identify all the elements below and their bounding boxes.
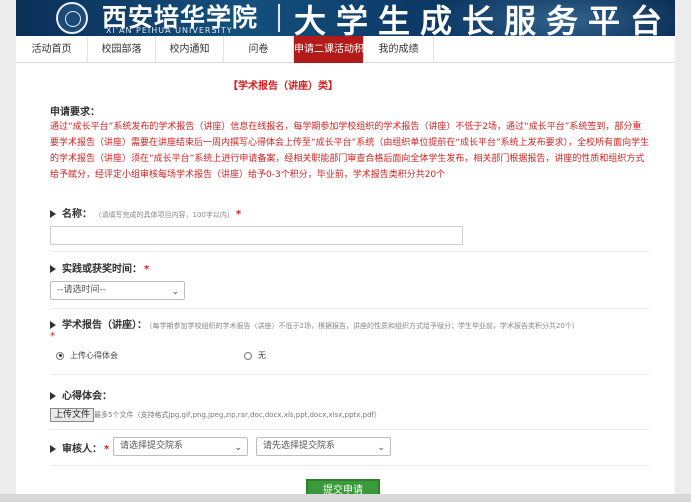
requirements-label: 申请要求： xyxy=(50,107,100,118)
radio-unchecked-icon xyxy=(244,351,252,360)
triangle-bullet-icon xyxy=(50,392,56,400)
form-title: 【学术报告（讲座）类】 xyxy=(228,81,338,92)
main-nav: 活动首页 校园部落 校内通知 问卷 申请二课活动积 我的成绩 xyxy=(16,36,675,63)
name-row-label: 名称： （请填写完成的具体项目内容，100字以内） * xyxy=(50,205,241,220)
upload-hint: 最多5个文件（支持格式jpg,gif,png,jpeg,zip,rar,doc,… xyxy=(94,411,382,419)
platform-title: 大学生成长服务平台 xyxy=(294,2,673,36)
nav-item-scores[interactable]: 我的成绩 xyxy=(364,36,434,63)
banner-divider xyxy=(278,4,280,32)
reviewer-label: 审核人： xyxy=(62,444,102,455)
reviewer-select-1-value: 请选择提交院系 xyxy=(120,441,184,451)
radio-label: 上传心得体会 xyxy=(70,351,118,360)
upload-file-button[interactable]: 上传文件 xyxy=(50,408,95,422)
name-input[interactable] xyxy=(50,226,463,245)
report-label: 学术报告（讲座）： xyxy=(62,320,147,331)
reviewer-row-label: 审核人： * xyxy=(50,440,109,455)
chevron-down-icon: ⌄ xyxy=(377,443,385,453)
nav-item-apply[interactable]: 申请二课活动积 xyxy=(294,36,364,63)
time-row-label: 实践或获奖时间： * xyxy=(50,260,149,275)
triangle-bullet-icon xyxy=(50,321,56,329)
requirements-text: 通过“成长平台”系统发布的学术报告（讲座）信息在线报名，每学期参加学校组织的学术… xyxy=(50,122,650,180)
chevron-down-icon: ⌄ xyxy=(171,287,179,297)
section-divider xyxy=(50,251,650,252)
header-banner: 西安培华学院 XI'AN PEIHUA UNIVERSITY 大学生成长服务平台 xyxy=(16,0,675,36)
nav-item-campus[interactable]: 校园部落 xyxy=(88,36,156,63)
required-mark: * xyxy=(144,264,150,275)
triangle-bullet-icon xyxy=(50,445,56,453)
page: 西安培华学院 XI'AN PEIHUA UNIVERSITY 大学生成长服务平台… xyxy=(0,0,691,502)
report-required-row: * xyxy=(50,331,55,342)
form-panel: 【学术报告（讲座）类】 申请要求： 通过“成长平台”系统发布的学术报告（讲座）信… xyxy=(16,63,675,502)
required-mark: * xyxy=(235,209,242,220)
required-mark: * xyxy=(104,444,110,455)
time-label: 实践或获奖时间： xyxy=(62,264,142,275)
nav-item-home[interactable]: 活动首页 xyxy=(16,36,88,63)
required-mark: * xyxy=(50,331,55,342)
name-hint: （请填写完成的具体项目内容，100字以内） xyxy=(98,211,234,219)
experience-label: 心得体会： xyxy=(62,391,112,402)
section-divider xyxy=(50,374,650,375)
school-name-en: XI'AN PEIHUA UNIVERSITY xyxy=(106,26,233,35)
radio-none[interactable]: 无 xyxy=(244,350,266,361)
radio-label: 无 xyxy=(258,351,266,360)
section-divider xyxy=(50,308,650,309)
report-hint: （每学期参加学校组织的学术报告（讲座）不低于2场，根据报告，讲座的性质和组织方式… xyxy=(149,322,579,330)
triangle-bullet-icon xyxy=(50,210,56,218)
nav-item-notices[interactable]: 校内通知 xyxy=(156,36,224,63)
reviewer-person-select[interactable]: 请先选择提交院系 ⌄ xyxy=(256,437,391,456)
report-row-label: 学术报告（讲座）： （每学期参加学校组织的学术报告（讲座）不低于2场，根据报告，讲… xyxy=(50,316,579,331)
experience-row-label: 心得体会： xyxy=(50,387,112,402)
time-select-value: --请选时间-- xyxy=(57,285,106,295)
name-label: 名称： xyxy=(62,209,92,220)
reviewer-select-2-value: 请先选择提交院系 xyxy=(263,441,336,451)
school-logo-icon xyxy=(56,2,88,34)
nav-item-survey[interactable]: 问卷 xyxy=(224,36,294,63)
section-divider xyxy=(50,465,650,466)
reviewer-department-select[interactable]: 请选择提交院系 ⌄ xyxy=(113,437,248,456)
page-bottom-bar xyxy=(0,494,691,502)
radio-checked-icon xyxy=(56,351,64,360)
section-divider xyxy=(50,429,650,430)
radio-upload-experience[interactable]: 上传心得体会 xyxy=(56,350,118,361)
triangle-bullet-icon xyxy=(50,265,56,273)
time-select[interactable]: --请选时间-- ⌄ xyxy=(50,281,185,300)
chevron-down-icon: ⌄ xyxy=(234,443,242,453)
